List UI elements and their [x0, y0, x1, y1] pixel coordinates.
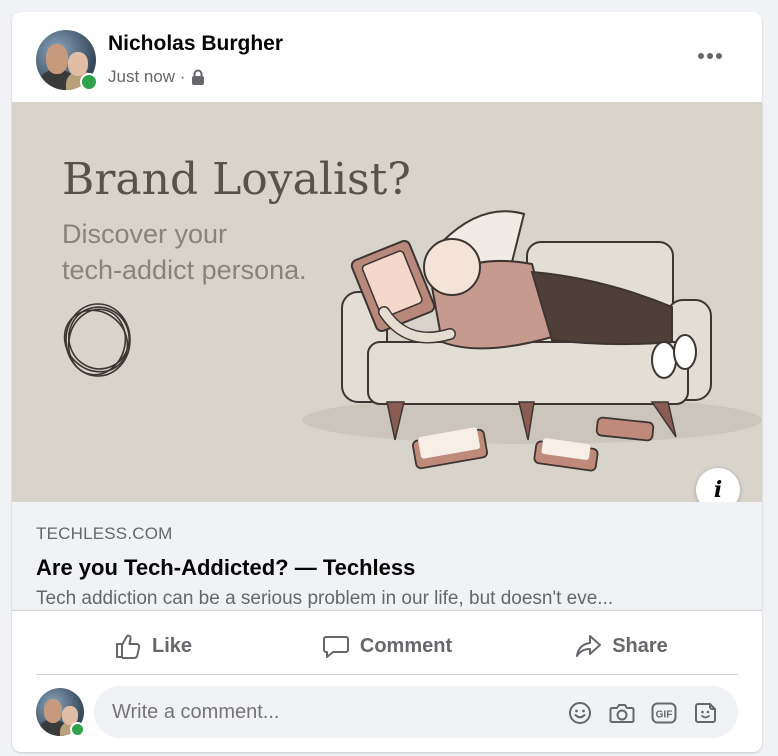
thumbs-up-icon — [115, 634, 141, 659]
info-icon: i — [713, 477, 723, 503]
online-status-dot — [80, 73, 98, 91]
svg-text:GIF: GIF — [656, 710, 673, 721]
share-button[interactable]: Share — [504, 618, 738, 674]
banner-subtitle-line1: Discover your — [62, 219, 228, 249]
camera-icon[interactable] — [608, 699, 636, 727]
comment-button[interactable]: Comment — [270, 618, 504, 674]
sticker-icon[interactable] — [692, 699, 720, 727]
comment-icon — [322, 636, 349, 658]
commenter-online-dot — [70, 722, 85, 737]
comment-box[interactable]: GIF — [94, 686, 738, 738]
link-preview-image[interactable]: Brand Loyalist? Discover your tech-addic… — [12, 102, 762, 502]
emoji-icon[interactable] — [566, 699, 594, 727]
share-icon — [576, 635, 602, 657]
share-label: Share — [612, 634, 668, 657]
post-card: Nicholas Burgher Just now · Brand Loyali… — [12, 12, 762, 752]
more-options-button[interactable] — [692, 38, 728, 74]
link-preview-meta[interactable]: TECHLESS.COM Are you Tech-Addicted? — Te… — [12, 502, 762, 611]
post-meta: Just now · — [108, 67, 205, 87]
post-header: Nicholas Burgher Just now · — [12, 12, 762, 102]
author-name[interactable]: Nicholas Burgher — [108, 32, 283, 56]
link-title: Are you Tech-Addicted? — Techless — [36, 555, 416, 580]
like-button[interactable]: Like — [36, 618, 270, 674]
link-domain: TECHLESS.COM — [36, 524, 173, 543]
banner-title: Brand Loyalist? — [62, 154, 411, 205]
banner-subtitle-line2: tech-addict persona. — [62, 255, 307, 285]
gif-icon[interactable]: GIF — [650, 699, 678, 727]
more-dots-icon — [698, 53, 722, 59]
lock-icon[interactable] — [191, 69, 205, 85]
link-description: Tech addiction can be a serious problem … — [36, 588, 614, 609]
like-label: Like — [151, 634, 193, 657]
post-time[interactable]: Just now · — [108, 67, 185, 87]
post-actions: Like Comment Share — [36, 618, 738, 675]
comment-label: Comment — [359, 634, 453, 657]
comment-input[interactable] — [110, 700, 514, 725]
banner-subtitle: Discover your tech-addict persona. — [62, 216, 362, 288]
comment-tools: GIF — [566, 699, 720, 727]
